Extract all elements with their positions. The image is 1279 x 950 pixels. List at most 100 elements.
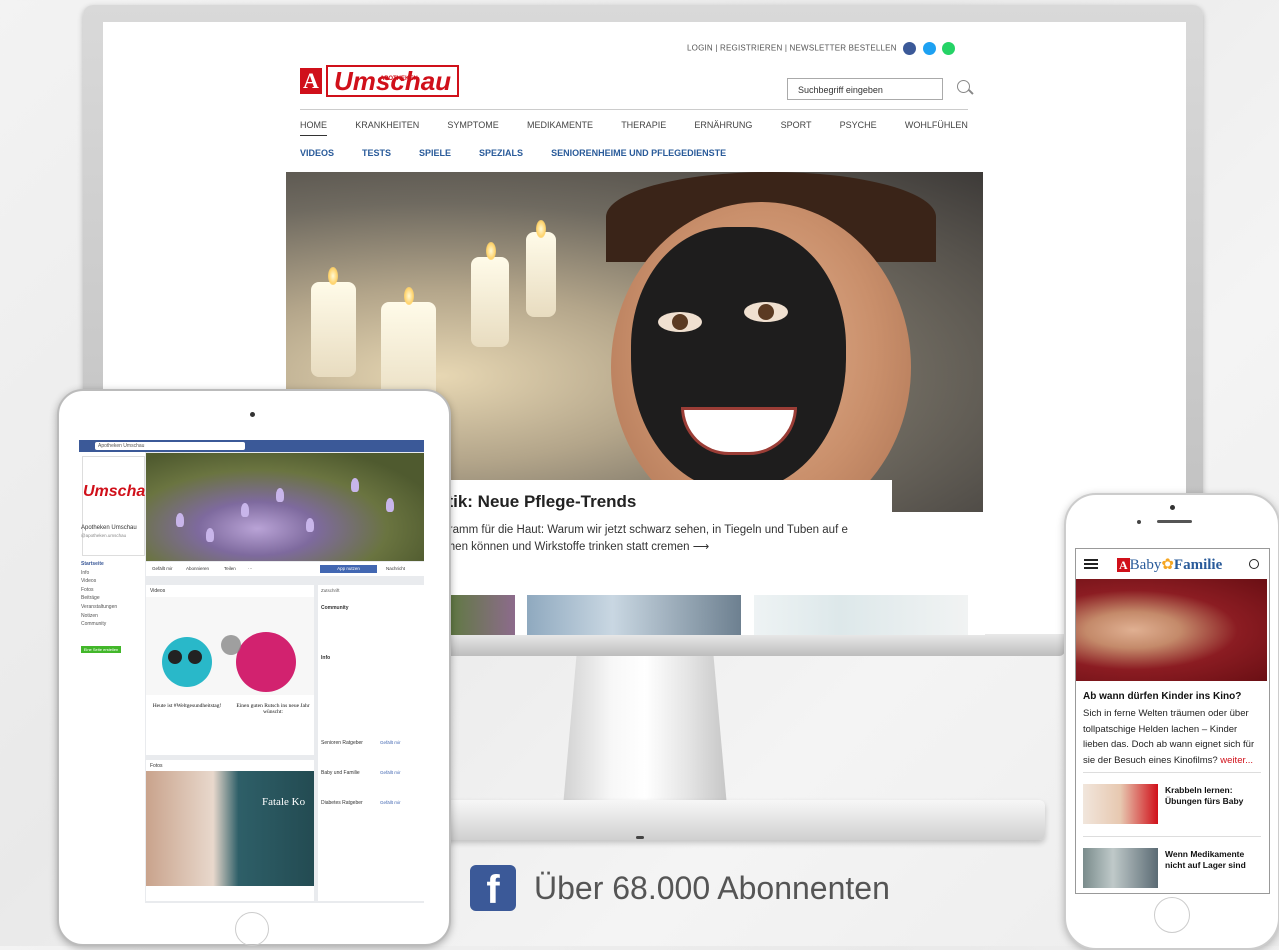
- right-eye: [744, 302, 788, 322]
- nav-wohlfuehlen[interactable]: WOHLFÜHLEN: [905, 120, 968, 136]
- nav-krankheiten[interactable]: KRANKHEITEN: [355, 120, 419, 136]
- liked-page-2[interactable]: Baby und Familie: [321, 770, 360, 776]
- menu-icon[interactable]: [1084, 559, 1098, 561]
- subscriber-count: Über 68.000 Abonnenten: [534, 869, 890, 906]
- tablet-home-button[interactable]: [235, 912, 269, 946]
- fb-menu-item[interactable]: Veranstaltungen: [81, 603, 117, 612]
- baby-familie-logo[interactable]: A Baby✿Familie: [1117, 555, 1222, 574]
- fb-menu-item[interactable]: Fotos: [81, 586, 117, 595]
- fb-menu-item[interactable]: Info: [81, 569, 117, 578]
- fb-menu-item[interactable]: Videos: [81, 577, 117, 586]
- facebook-page-logo[interactable]: Umschau: [82, 456, 155, 556]
- like-page-button[interactable]: Gefällt mir: [380, 770, 401, 775]
- videos-card: Videos Heute ist #Weltgesundheitstag! Ei…: [146, 585, 314, 755]
- crocus: [206, 528, 214, 542]
- nav-home[interactable]: HOME: [300, 120, 327, 136]
- site-logo[interactable]: A APOTHEKEN Umschau: [300, 65, 460, 97]
- nav-spezials[interactable]: SPEZIALS: [479, 148, 523, 158]
- nav-videos[interactable]: VIDEOS: [300, 148, 334, 158]
- facebook-search-input[interactable]: Apotheken Umschau: [95, 442, 245, 450]
- app-use-button[interactable]: App nutzen: [320, 565, 377, 573]
- thumbnail-trees[interactable]: [527, 595, 741, 635]
- fb-menu-item[interactable]: Beiträge: [81, 594, 117, 603]
- account-links[interactable]: LOGIN | REGISTRIEREN | NEWSLETTER BESTEL…: [687, 44, 897, 53]
- phone-camera: [1170, 505, 1175, 510]
- video-post-1[interactable]: Heute ist #Weltgesundheitstag!: [148, 703, 226, 739]
- character-eyes: [168, 650, 182, 664]
- more-button[interactable]: ···: [248, 566, 253, 571]
- facebook-cover-photo[interactable]: [146, 453, 424, 561]
- search-input[interactable]: Suchbegriff eingeben: [787, 78, 943, 100]
- primary-nav: HOME KRANKHEITEN SYMPTOME MEDIKAMENTE TH…: [300, 120, 968, 136]
- liked-page-1[interactable]: Senioren Ratgeber: [321, 740, 363, 746]
- video-player[interactable]: [146, 597, 314, 695]
- left-eye: [658, 312, 702, 332]
- candle-flame: [404, 287, 414, 305]
- thumb-pharmacy[interactable]: [1083, 848, 1158, 888]
- twitter-icon[interactable]: [922, 42, 936, 55]
- thumbnail-herbs[interactable]: [447, 595, 515, 635]
- nav-symptome[interactable]: SYMPTOME: [447, 120, 498, 136]
- like-page-button[interactable]: Gefällt mir: [380, 740, 401, 745]
- info-heading: Info: [321, 655, 331, 661]
- crocus: [176, 513, 184, 527]
- crocus: [351, 478, 359, 492]
- divider: [1083, 836, 1261, 837]
- read-more-link[interactable]: weiter...: [1220, 755, 1253, 766]
- article-text: Sich in ferne Welten träumen oder über t…: [1083, 708, 1255, 766]
- like-page-button[interactable]: Gefällt mir: [380, 800, 401, 805]
- subscribe-button[interactable]: Abonnieren: [186, 566, 209, 571]
- liked-page-3[interactable]: Diabetes Ratgeber: [321, 800, 363, 806]
- nav-tests[interactable]: TESTS: [362, 148, 391, 158]
- search-icon[interactable]: [957, 80, 970, 93]
- nav-seniorenheime[interactable]: SENIORENHEIME UND PFLEGEDIENSTE: [551, 148, 726, 158]
- related-article-1[interactable]: Krabbeln lernen: Übungen fürs Baby: [1165, 785, 1260, 807]
- nav-ernaehrung[interactable]: ERNÄHRUNG: [694, 120, 752, 136]
- monitor-stand-base: [420, 800, 1045, 840]
- subscriber-cta: f Über 68.000 Abonnenten: [470, 865, 890, 912]
- nav-sport[interactable]: SPORT: [781, 120, 812, 136]
- candle-flame: [328, 267, 338, 285]
- divider: [1083, 772, 1261, 773]
- article-title[interactable]: Ab wann dürfen Kinder ins Kino?: [1083, 691, 1241, 702]
- crocus: [386, 498, 394, 512]
- like-button[interactable]: Gefällt mir: [152, 566, 173, 571]
- candle: [526, 232, 556, 317]
- apotheke-a-icon: A: [1117, 558, 1130, 572]
- phone-home-button[interactable]: [1154, 897, 1190, 933]
- facebook-icon[interactable]: f: [470, 865, 516, 912]
- video-heart: [236, 632, 296, 692]
- photo-woman-with-cup[interactable]: [146, 771, 314, 886]
- whatsapp-icon[interactable]: [942, 42, 955, 55]
- candle: [471, 257, 509, 347]
- message-button[interactable]: Nachricht: [386, 566, 405, 571]
- article-image-child-cinema[interactable]: [1076, 579, 1267, 681]
- candle: [311, 282, 356, 377]
- thumb-baby[interactable]: [1083, 784, 1158, 824]
- article-headline[interactable]: etik: Neue Pflege-Trends: [438, 492, 636, 512]
- facebook-action-bar: Gefällt mir Abonnieren Teilen ··· Nachri…: [146, 562, 424, 576]
- fb-menu-item[interactable]: Community: [81, 620, 117, 629]
- nav-psyche[interactable]: PSYCHE: [840, 120, 877, 136]
- crocus: [276, 488, 284, 502]
- nav-spiele[interactable]: SPIELE: [419, 148, 451, 158]
- video-post-2[interactable]: Einen guten Rutsch ins neue Jahr wünscht…: [234, 703, 312, 739]
- nav-medikamente[interactable]: MEDIKAMENTE: [527, 120, 593, 136]
- fb-menu-item[interactable]: Notizen: [81, 612, 117, 621]
- facebook-page-name[interactable]: Apotheken Umschau @apotheken.umschau: [81, 524, 137, 540]
- play-icon[interactable]: [221, 635, 241, 655]
- tablet-camera: [250, 412, 255, 417]
- community-heading: Community: [321, 605, 349, 611]
- logo-wordmark: APOTHEKEN Umschau: [326, 65, 460, 97]
- thumbnail-care[interactable]: [754, 595, 968, 635]
- share-button[interactable]: Teilen: [224, 566, 236, 571]
- related-article-2[interactable]: Wenn Medikamente nicht auf Lager sind: [1165, 849, 1260, 871]
- phone-sensor: [1137, 520, 1141, 524]
- create-page-button[interactable]: Eine Seite erstellen: [81, 646, 121, 653]
- top-links[interactable]: LOGIN | REGISTRIEREN | NEWSLETTER BESTEL…: [285, 42, 955, 55]
- nav-therapie[interactable]: THERAPIE: [621, 120, 666, 136]
- about-heading: Zutschrift: [321, 588, 340, 593]
- facebook-icon[interactable]: [903, 42, 917, 55]
- search-icon[interactable]: [1249, 559, 1259, 569]
- fb-menu-item[interactable]: Startseite: [81, 560, 117, 569]
